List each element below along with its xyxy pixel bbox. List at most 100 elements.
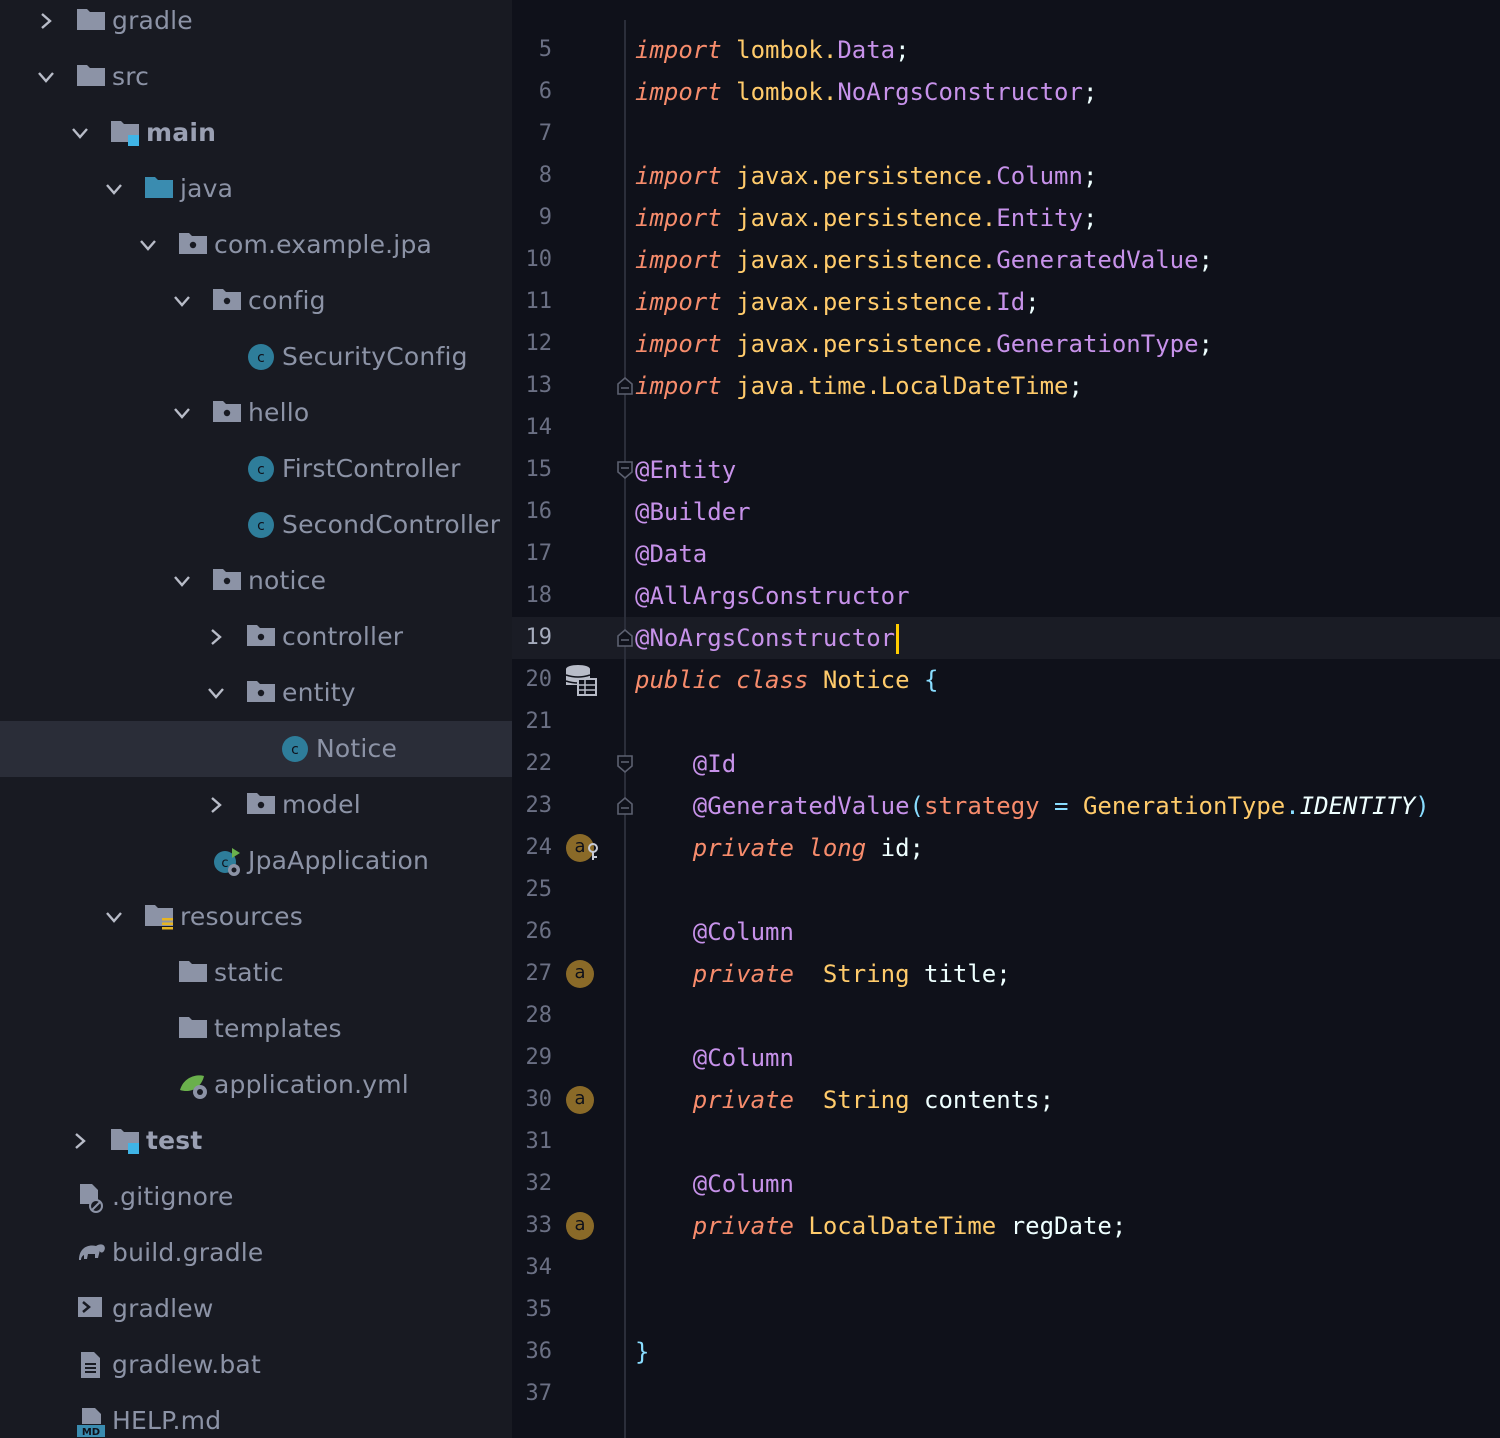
chevron-right-icon[interactable] <box>36 7 56 35</box>
code-token: @Entity <box>635 456 737 484</box>
line-number: 18 <box>525 583 553 608</box>
tree-item[interactable]: com.example.jpa <box>0 217 512 273</box>
field-annotation-badge-icon[interactable]: a <box>566 1212 594 1240</box>
tree-item[interactable]: gradlew <box>0 1281 512 1337</box>
tree-item-label: java <box>180 174 234 203</box>
code-token: ; <box>1068 372 1083 400</box>
tree-item[interactable]: gradle <box>0 0 512 49</box>
tree-item[interactable]: notice <box>0 553 512 609</box>
chevron-down-icon[interactable] <box>138 231 158 259</box>
tree-item[interactable]: test <box>0 1113 512 1169</box>
tree-item-label: JpaApplication <box>248 846 430 875</box>
code-line[interactable]: import javax.persistence.Column; <box>635 155 1097 197</box>
code-line[interactable]: } <box>635 1331 649 1373</box>
tree-item[interactable]: application.yml <box>0 1057 512 1113</box>
code-line[interactable]: import javax.persistence.Id; <box>635 281 1040 323</box>
code-editor[interactable]: 5 import lombok.Data; 6 import lombok.NoArg… <box>512 0 1500 1438</box>
tree-item[interactable]: config <box>0 273 512 329</box>
database-table-icon[interactable] <box>564 663 598 697</box>
code-token: String <box>822 960 910 988</box>
fold-start-icon[interactable] <box>616 460 634 480</box>
code-token: ; <box>1082 162 1098 190</box>
tree-item[interactable]: templates <box>0 1001 512 1057</box>
tree-item-label: HELP.md <box>112 1406 222 1435</box>
tree-item[interactable]: c FirstController <box>0 441 512 497</box>
code-line[interactable]: import java.time.LocalDateTime; <box>635 365 1083 407</box>
chevron-right-icon[interactable] <box>206 623 226 651</box>
code-line[interactable]: @AllArgsConstructor <box>635 575 910 617</box>
tree-item-label: gradlew <box>112 1294 214 1323</box>
code-token: . <box>1285 792 1300 820</box>
tree-item[interactable]: gradlew.bat <box>0 1337 512 1393</box>
tree-item[interactable]: build.gradle <box>0 1225 512 1281</box>
code-line[interactable]: import javax.persistence.Entity; <box>635 197 1097 239</box>
code-line[interactable]: @NoArgsConstructor <box>635 617 900 659</box>
chevron-down-icon[interactable] <box>172 567 192 595</box>
tree-item[interactable]: c SecurityConfig <box>0 329 512 385</box>
code-line[interactable]: import lombok.Data; <box>635 29 910 71</box>
tree-item[interactable]: c JpaApplication <box>0 833 512 889</box>
line-number: 24 <box>525 835 553 860</box>
code-line[interactable]: import javax.persistence.GeneratedValue; <box>635 239 1213 281</box>
tree-item[interactable]: c Notice <box>0 721 512 777</box>
chevron-down-icon[interactable] <box>172 287 192 315</box>
code-line[interactable]: @Builder <box>635 491 751 533</box>
chevron-down-icon[interactable] <box>104 903 124 931</box>
chevron-down-icon[interactable] <box>70 119 90 147</box>
tree-item[interactable]: entity <box>0 665 512 721</box>
field-annotation-badge-icon[interactable]: a <box>566 1086 594 1114</box>
tree-item-label: Notice <box>316 734 398 763</box>
chevron-down-icon[interactable] <box>172 399 192 427</box>
gitignore-file-icon <box>76 1182 108 1213</box>
line-number: 19 <box>525 625 553 650</box>
tree-item-label: SecurityConfig <box>282 342 468 371</box>
code-line[interactable]: @Id <box>635 743 736 785</box>
code-token: ) <box>1415 792 1430 820</box>
tree-item[interactable]: main <box>0 105 512 161</box>
tree-item[interactable]: resources <box>0 889 512 945</box>
code-line[interactable]: @Column <box>635 1037 794 1079</box>
chevron-right-icon[interactable] <box>206 791 226 819</box>
code-line[interactable]: @Entity <box>635 449 736 491</box>
code-line[interactable]: import javax.persistence.GenerationType; <box>635 323 1213 365</box>
code-token: contents; <box>909 1086 1055 1114</box>
tree-item[interactable]: static <box>0 945 512 1001</box>
code-line[interactable]: private long id; <box>635 827 924 869</box>
code-line[interactable]: @Data <box>635 533 707 575</box>
fold-end-icon[interactable] <box>616 796 634 816</box>
code-line[interactable]: import lombok.NoArgsConstructor; <box>635 71 1097 113</box>
code-line[interactable]: @Column <box>635 911 794 953</box>
tree-item[interactable]: src <box>0 49 512 105</box>
line-number: 28 <box>525 1003 553 1028</box>
tree-item[interactable]: MD HELP.md <box>0 1393 512 1438</box>
tree-item[interactable]: c SecondController <box>0 497 512 553</box>
code-line[interactable]: private LocalDateTime regDate; <box>635 1205 1127 1247</box>
line-number: 32 <box>525 1171 553 1196</box>
fold-end-icon[interactable] <box>616 376 634 396</box>
code-token: Id <box>996 288 1026 316</box>
code-line[interactable]: @GeneratedValue(strategy = GenerationTyp… <box>635 785 1430 827</box>
tree-item[interactable]: controller <box>0 609 512 665</box>
field-annotation-badge-icon[interactable]: a <box>566 960 594 988</box>
code-token: IDENTITY <box>1299 792 1416 820</box>
chevron-right-icon[interactable] <box>70 1127 90 1155</box>
chevron-down-icon[interactable] <box>36 63 56 91</box>
tree-item[interactable]: hello <box>0 385 512 441</box>
spring-config-icon <box>178 1070 210 1100</box>
code-line[interactable]: private String title; <box>635 953 1011 995</box>
code-line[interactable]: @Column <box>635 1163 794 1205</box>
tree-item[interactable]: model <box>0 777 512 833</box>
chevron-down-icon[interactable] <box>206 679 226 707</box>
code-line[interactable]: private String contents; <box>635 1079 1054 1121</box>
tree-item-label: entity <box>282 678 356 707</box>
fold-start-icon[interactable] <box>616 754 634 774</box>
fold-end-icon[interactable] <box>616 628 634 648</box>
chevron-down-icon[interactable] <box>104 175 124 203</box>
tree-item[interactable]: java <box>0 161 512 217</box>
tree-item-label: main <box>146 118 217 147</box>
tree-item[interactable]: .gitignore <box>0 1169 512 1225</box>
line-number: 13 <box>525 373 553 398</box>
code-line[interactable]: public class Notice { <box>635 659 938 701</box>
